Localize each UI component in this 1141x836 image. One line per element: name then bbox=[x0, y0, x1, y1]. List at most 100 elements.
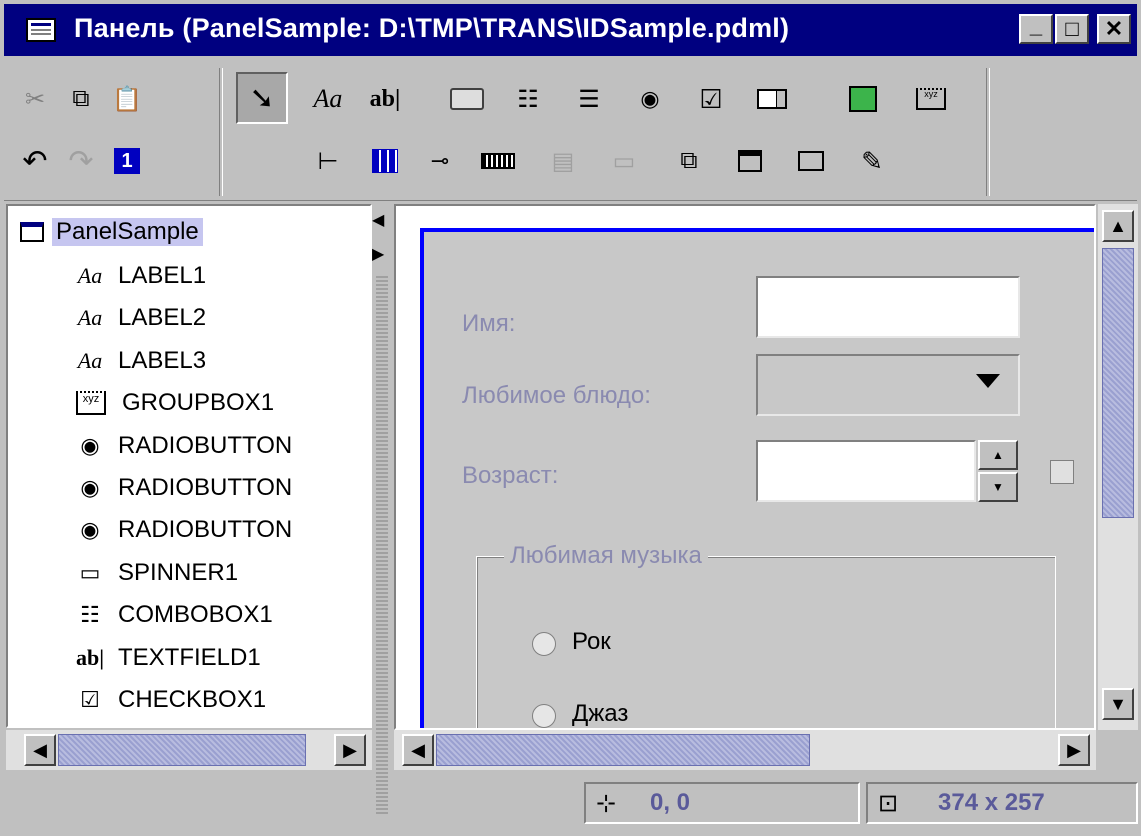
number-icon[interactable]: 1 bbox=[108, 142, 146, 180]
tabbedpane-icon[interactable]: ⧉ bbox=[670, 142, 708, 180]
design-canvas[interactable]: Имя: Любимое блюдо: Возраст: ▲ ▼ Любимая… bbox=[394, 204, 1096, 730]
position-icon: ⊹ bbox=[596, 789, 617, 817]
label-icon[interactable]: Aa bbox=[309, 80, 347, 118]
tree-item[interactable]: Aa LABEL2 bbox=[68, 298, 206, 338]
jazz-label: Джаз bbox=[572, 700, 629, 727]
panel-icon[interactable] bbox=[792, 142, 830, 180]
menubar-icon[interactable] bbox=[731, 142, 769, 180]
tree-item-label: SPINNER1 bbox=[118, 558, 239, 586]
groupbox-icon[interactable]: xyz bbox=[912, 80, 950, 118]
chevron-down-icon[interactable] bbox=[976, 374, 1000, 388]
size-value: 374 x 257 bbox=[938, 789, 1045, 816]
spinner-down-button[interactable]: ▼ bbox=[978, 472, 1018, 502]
component-icon: ◉ bbox=[80, 475, 100, 500]
close-button[interactable]: ✕ bbox=[1097, 14, 1131, 44]
rock-label: Рок bbox=[572, 628, 611, 655]
tree-item[interactable]: Aa LABEL1 bbox=[68, 256, 206, 296]
combobox-icon[interactable]: ☷ bbox=[509, 80, 547, 118]
tree-hscrollbar[interactable]: ◀ ▶ bbox=[6, 730, 372, 770]
splitter[interactable]: ◀ ▶ bbox=[372, 204, 392, 824]
tree-item[interactable]: Aa LABEL3 bbox=[68, 341, 206, 381]
list-icon[interactable]: ☰ bbox=[570, 80, 608, 118]
music-groupbox bbox=[476, 556, 1056, 728]
scroll-right-icon[interactable]: ▶ bbox=[334, 734, 366, 766]
canvas-vscrollbar[interactable]: ▲ ▼ bbox=[1098, 204, 1138, 730]
textfield-icon[interactable]: ab| bbox=[366, 80, 404, 118]
splitter-grip bbox=[376, 274, 388, 814]
image-icon[interactable] bbox=[844, 80, 882, 118]
position-value: 0, 0 bbox=[650, 789, 691, 816]
window-icon bbox=[26, 18, 56, 42]
checkbox[interactable] bbox=[1050, 460, 1074, 484]
maximize-icon: □ bbox=[1065, 16, 1079, 41]
component-icon: Aa bbox=[77, 305, 103, 331]
tree-item[interactable]: ◉ RADIOBUTTON bbox=[68, 426, 292, 466]
component-icon: ▭ bbox=[79, 559, 101, 585]
component-icon: Aa bbox=[77, 347, 103, 373]
minimize-icon: _ bbox=[1029, 13, 1043, 38]
spinner-icon[interactable] bbox=[753, 80, 791, 118]
radiobutton-icon[interactable]: ◉ bbox=[631, 80, 669, 118]
slider-icon[interactable]: ⊸ bbox=[421, 142, 459, 180]
name-label: Имя: bbox=[462, 310, 516, 337]
component-tree[interactable]: PanelSample Aa LABEL1 Aa LABEL2 Aa LABEL3 xyz G… bbox=[6, 204, 372, 728]
scroll-thumb[interactable] bbox=[1102, 248, 1134, 518]
checkbox-icon[interactable]: ☑ bbox=[692, 80, 730, 118]
minimize-button[interactable]: _ bbox=[1019, 13, 1053, 44]
window-title: Панель (PanelSample: D:\TMP\TRANS\IDSamp… bbox=[74, 13, 790, 43]
tree-item-label: RADIOBUTTON bbox=[118, 516, 293, 544]
rock-radio[interactable] bbox=[532, 632, 556, 656]
maximize-button[interactable]: □ bbox=[1055, 14, 1089, 44]
tree-item-label: TEXTFIELD1 bbox=[118, 643, 261, 671]
tree-item-label: RADIOBUTTON bbox=[118, 431, 293, 459]
tree-item-label: LABEL1 bbox=[118, 262, 207, 289]
undo-icon[interactable]: ↶ bbox=[16, 142, 54, 180]
component-icon: Aa bbox=[77, 263, 103, 288]
cut-icon[interactable]: ✂ bbox=[16, 80, 54, 118]
scroll-down-icon[interactable]: ▼ bbox=[1102, 688, 1134, 720]
tree-item[interactable]: ◉ RADIOBUTTON bbox=[68, 468, 292, 508]
tree-item[interactable]: ☷ COMBOBOX1 bbox=[68, 595, 273, 635]
name-field[interactable] bbox=[756, 276, 1020, 338]
editor-icon[interactable]: ✎ bbox=[853, 142, 891, 180]
paste-icon[interactable]: 📋 bbox=[108, 80, 146, 118]
close-icon: ✕ bbox=[1104, 16, 1124, 41]
tree-icon[interactable]: ⊢ bbox=[309, 142, 347, 180]
toolbar-separator bbox=[986, 68, 990, 196]
scrollbar-icon[interactable]: ▭ bbox=[605, 142, 643, 180]
tree-root[interactable]: PanelSample bbox=[12, 212, 203, 252]
collapse-left-icon[interactable]: ◀ bbox=[372, 210, 384, 230]
dish-combobox[interactable] bbox=[756, 354, 1020, 416]
table-icon[interactable] bbox=[366, 142, 404, 180]
age-label: Возраст: bbox=[462, 462, 559, 489]
tree-item-label: GROUPBOX1 bbox=[122, 389, 275, 417]
scroll-thumb[interactable] bbox=[436, 734, 810, 766]
scroll-right-icon[interactable]: ▶ bbox=[1058, 734, 1090, 766]
scroll-left-icon[interactable]: ◀ bbox=[402, 734, 434, 766]
copy-icon[interactable]: ⧉ bbox=[62, 80, 100, 118]
progressbar-icon[interactable] bbox=[479, 142, 517, 180]
jazz-radio[interactable] bbox=[532, 704, 556, 728]
collapse-right-icon[interactable]: ▶ bbox=[372, 244, 384, 264]
scroll-thumb[interactable] bbox=[58, 734, 306, 766]
tree-item[interactable]: ◉ RADIOBUTTON bbox=[68, 510, 292, 550]
button-icon[interactable] bbox=[448, 80, 486, 118]
tree-item[interactable]: ab| TEXTFIELD1 bbox=[68, 638, 261, 678]
title-bar[interactable]: Панель (PanelSample: D:\TMP\TRANS\IDSamp… bbox=[4, 4, 1137, 56]
textarea-icon[interactable]: ▤ bbox=[544, 142, 582, 180]
panel-frame[interactable]: Имя: Любимое блюдо: Возраст: ▲ ▼ Любимая… bbox=[420, 228, 1094, 728]
toolbar: ✂ ⧉ 📋 ↶ ↷ 1 ➘ Aa ab| ☷ ☰ ◉ ☑ xyz ⊢ ⊸ ▤ ▭… bbox=[4, 58, 1137, 201]
tree-item-label: RADIOBUTTON bbox=[118, 474, 293, 501]
age-spinner[interactable] bbox=[756, 440, 976, 502]
pointer-icon[interactable]: ➘ bbox=[236, 72, 288, 124]
position-status: ⊹ 0, 0 bbox=[584, 782, 860, 824]
tree-item[interactable]: ☑ CHECKBOX1 bbox=[68, 680, 266, 720]
tree-item[interactable]: ▭ SPINNER1 bbox=[68, 553, 238, 593]
scroll-left-icon[interactable]: ◀ bbox=[24, 734, 56, 766]
redo-icon[interactable]: ↷ bbox=[62, 142, 100, 180]
dish-label: Любимое блюдо: bbox=[462, 382, 651, 409]
tree-item[interactable]: xyz GROUPBOX1 bbox=[68, 383, 274, 423]
canvas-hscrollbar[interactable]: ◀ ▶ bbox=[394, 730, 1096, 770]
spinner-up-button[interactable]: ▲ bbox=[978, 440, 1018, 470]
scroll-up-icon[interactable]: ▲ bbox=[1102, 210, 1134, 242]
